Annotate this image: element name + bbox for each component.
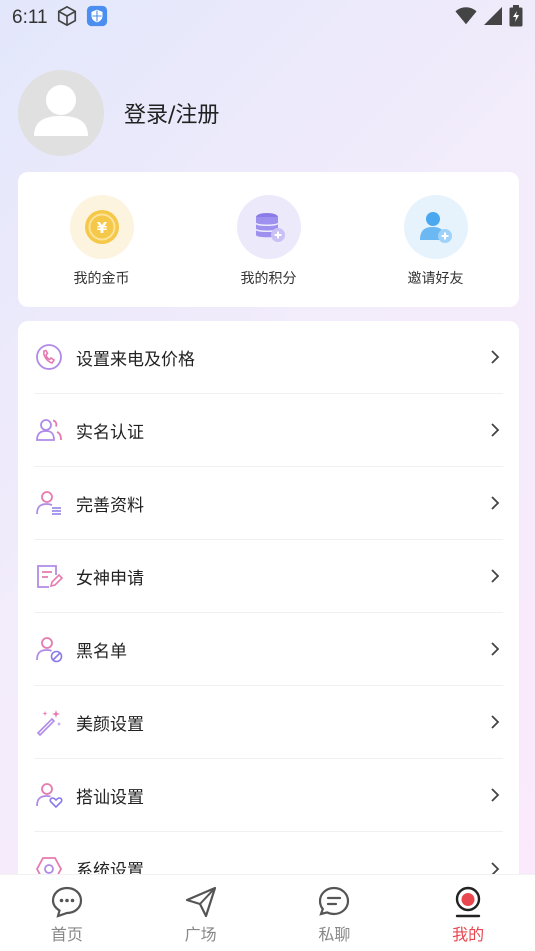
chevron-right-icon: [487, 495, 503, 511]
avatar[interactable]: [18, 70, 104, 156]
blacklist-icon: [34, 634, 64, 664]
tab-label: 广场: [184, 925, 217, 944]
chevron-right-icon: [487, 422, 503, 438]
coin-icon: ¥: [69, 195, 134, 259]
invite-friends-button[interactable]: 邀请好友: [352, 172, 519, 307]
my-coins-label: 我的金币: [73, 271, 130, 287]
menu-item-realname-auth[interactable]: 实名认证: [34, 394, 503, 467]
beauty-wand-icon: [34, 707, 64, 737]
tab-label: 首页: [50, 925, 83, 944]
menu-item-label: 美颜设置: [76, 714, 144, 735]
menu-item-call-price[interactable]: 设置来电及价格: [34, 321, 503, 394]
tab-square[interactable]: 广场: [134, 875, 268, 951]
status-bar: 6:11: [0, 0, 535, 36]
svg-text:¥: ¥: [96, 219, 107, 237]
chevron-right-icon: [487, 568, 503, 584]
tab-label: 私聊: [318, 925, 351, 944]
private-chat-icon: [317, 885, 351, 919]
phone-price-icon: [34, 342, 64, 372]
wallet-card: ¥ 我的金币 我的积分 邀请好友: [18, 172, 519, 307]
profile-edit-icon: [34, 488, 64, 518]
points-database-icon: [236, 195, 301, 259]
shield-app-icon: [86, 5, 108, 31]
menu-item-label: 女神申请: [76, 568, 144, 589]
realname-auth-icon: [34, 415, 64, 445]
square-send-icon: [184, 885, 218, 919]
menu-item-label: 设置来电及价格: [76, 349, 195, 370]
status-time: 6:11: [12, 7, 48, 28]
chevron-right-icon: [487, 714, 503, 730]
cube-icon: [56, 5, 78, 31]
menu-item-beauty-settings[interactable]: 美颜设置: [34, 686, 503, 759]
settings-menu: 设置来电及价格 实名认证 完善资料 女神申请 黑名单 美颜设置 搭讪设置 系统设…: [18, 321, 519, 951]
default-avatar-icon: [34, 85, 88, 136]
invite-friend-icon: [403, 195, 468, 259]
chevron-right-icon: [487, 349, 503, 365]
greeting-heart-icon: [34, 780, 64, 810]
tab-private-chat[interactable]: 私聊: [268, 875, 402, 951]
tab-home[interactable]: 首页: [0, 875, 134, 951]
tab-label: 我的: [452, 925, 485, 944]
menu-item-profile-edit[interactable]: 完善资料: [34, 467, 503, 540]
my-points-button[interactable]: 我的积分: [185, 172, 352, 307]
menu-item-greeting-settings[interactable]: 搭讪设置: [34, 759, 503, 832]
me-icon: [451, 885, 485, 919]
chevron-right-icon: [487, 787, 503, 803]
application-form-icon: [34, 561, 64, 591]
invite-friends-label: 邀请好友: [407, 271, 464, 287]
signal-icon: [483, 6, 503, 30]
menu-item-label: 实名认证: [76, 422, 144, 443]
bottom-tab-bar: 首页 广场 私聊 我的: [0, 874, 535, 951]
menu-item-blacklist[interactable]: 黑名单: [34, 613, 503, 686]
battery-icon: [509, 5, 523, 31]
my-coins-button[interactable]: ¥ 我的金币: [18, 172, 185, 307]
home-chat-icon: [50, 885, 84, 919]
tab-me[interactable]: 我的: [401, 875, 535, 951]
chevron-right-icon: [487, 641, 503, 657]
menu-item-label: 完善资料: [76, 495, 144, 516]
login-register-link[interactable]: 登录/注册: [124, 97, 219, 129]
menu-item-goddess-application[interactable]: 女神申请: [34, 540, 503, 613]
my-points-label: 我的积分: [240, 271, 297, 287]
menu-item-label: 搭讪设置: [76, 787, 144, 808]
wifi-icon: [455, 6, 477, 30]
menu-item-label: 黑名单: [76, 641, 127, 662]
profile-header[interactable]: 登录/注册: [18, 70, 219, 156]
